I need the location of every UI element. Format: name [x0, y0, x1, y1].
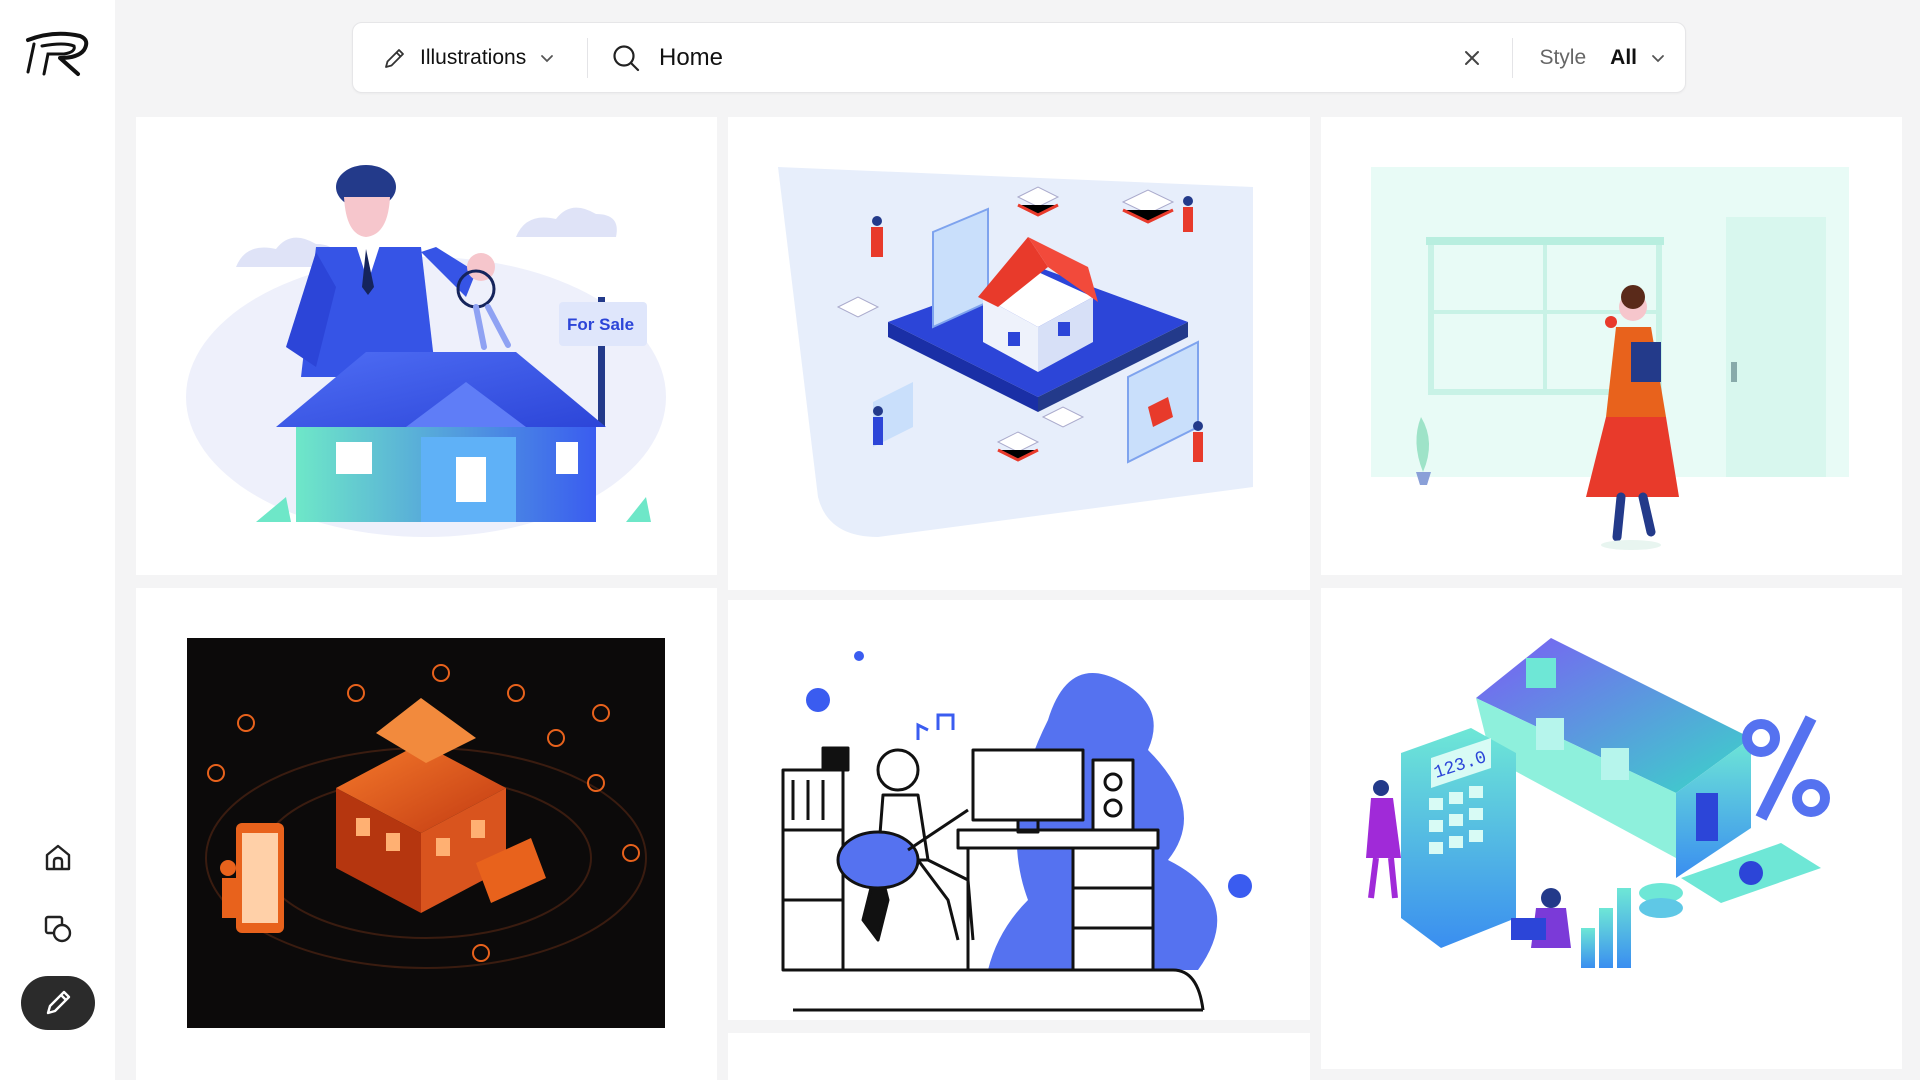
result-card[interactable] [1321, 117, 1902, 575]
search-icon [611, 43, 641, 73]
pencil-icon [385, 48, 404, 68]
result-card[interactable]: For Sale [136, 117, 717, 575]
for-sale-sign-text: For Sale [567, 315, 634, 334]
clear-search-button[interactable] [1452, 38, 1492, 78]
result-card[interactable] [728, 1033, 1310, 1080]
chevron-down-icon [541, 54, 554, 62]
result-card[interactable] [728, 117, 1310, 590]
pencil-icon [46, 990, 71, 1015]
illustration-image [1371, 167, 1849, 550]
result-card[interactable]: 123.0 [1321, 588, 1902, 1069]
category-dropdown[interactable]: Illustrations [353, 23, 587, 92]
sidebar-item-draw[interactable] [21, 976, 95, 1030]
close-icon [1465, 50, 1480, 65]
style-value: All [1610, 45, 1637, 69]
search-input[interactable] [659, 23, 1453, 92]
shapes-icon [44, 915, 72, 943]
search-bar: Illustrations Style All [352, 22, 1686, 93]
sidebar-item-home[interactable] [21, 830, 95, 884]
style-label: Style [1539, 45, 1587, 69]
result-card[interactable] [136, 588, 717, 1080]
search-divider [587, 37, 588, 78]
illustration-image [187, 638, 665, 1028]
illustration-image [781, 651, 1252, 1012]
result-card[interactable] [728, 600, 1310, 1020]
sidebar [0, 0, 115, 1080]
category-label: Illustrations [420, 45, 527, 69]
sidebar-item-shapes[interactable] [21, 902, 95, 956]
brand-logo-icon[interactable] [24, 28, 90, 78]
illustration-image: For Sale [186, 165, 666, 537]
illustration-image: 123.0 [1366, 638, 1830, 968]
illustration-image [778, 167, 1253, 537]
style-dropdown[interactable]: Style All [1513, 23, 1685, 92]
chevron-down-icon [1652, 54, 1664, 62]
home-icon [45, 844, 71, 871]
